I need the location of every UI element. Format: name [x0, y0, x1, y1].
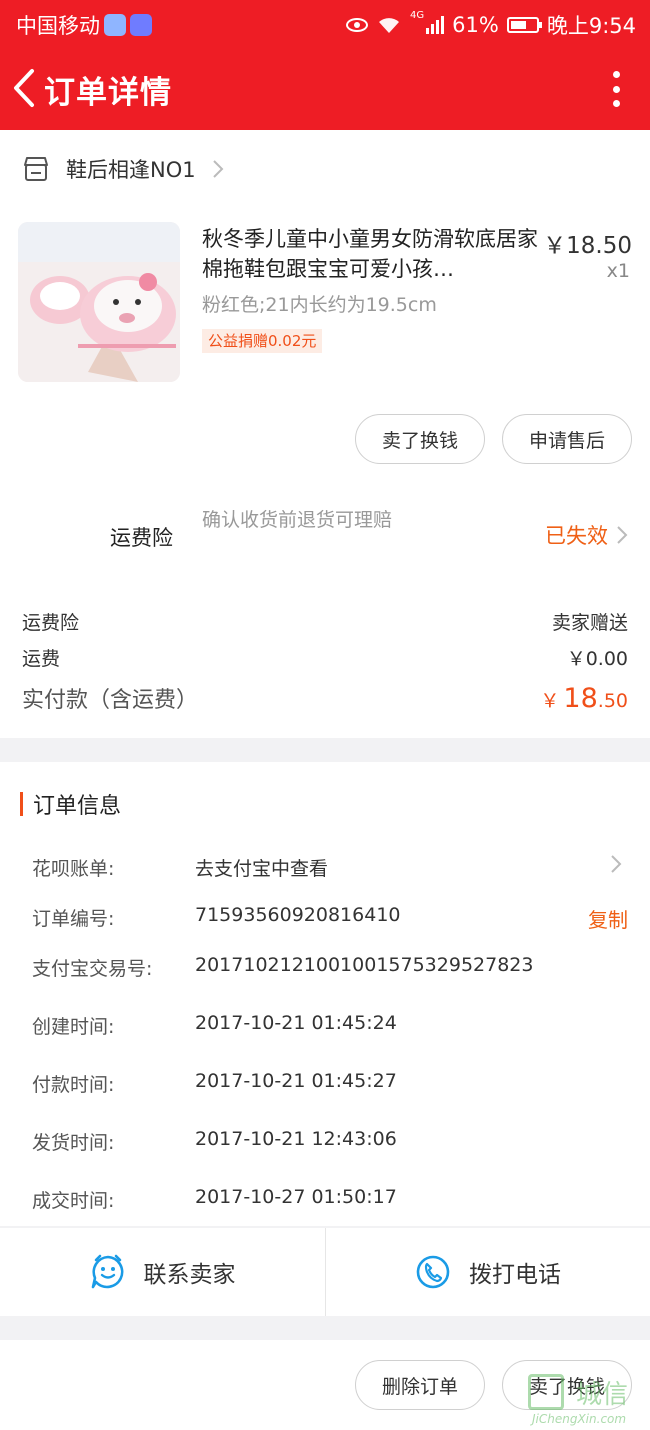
insurance-status-link[interactable]: 已失效 [545, 520, 628, 550]
section-title-text: 订单信息 [33, 794, 122, 819]
signal-icon [426, 16, 445, 34]
contact-seller-label: 联系卖家 [143, 1262, 236, 1288]
order-info-card: 订单信息 花呗账单: 去支付宝中查看 订单编号: 715935609208164… [0, 762, 650, 1226]
info-key: 支付宝交易号: [32, 958, 153, 980]
info-value: 2017-10-27 01:50:17 [195, 1186, 397, 1208]
chat-smile-icon [91, 1254, 123, 1289]
info-row-shipped: 发货时间: 2017-10-21 12:43:06 [32, 1128, 628, 1158]
phone-icon [416, 1255, 450, 1289]
fee-label: 运费险 [22, 612, 80, 634]
status-bar: 中国移动 4G 61% 晚上9:54 [0, 0, 650, 44]
header-area: 中国移动 4G 61% 晚上9:54 订单详情 [0, 0, 650, 130]
total-decimal: .50 [597, 690, 628, 712]
store-icon [24, 157, 48, 181]
product-sku: 粉红色;21内长约为19.5cm [202, 294, 437, 316]
chevron-right-icon [617, 526, 628, 544]
fee-row-total: 实付款（含运费） ￥ 18 .50 [22, 682, 628, 714]
info-key: 创建时间: [32, 1016, 115, 1038]
nav-bar: 订单详情 [0, 55, 650, 121]
info-key: 订单编号: [32, 908, 115, 930]
carrier-name: 中国移动 [16, 14, 100, 38]
network-type: 4G [410, 10, 425, 21]
insurance-description: 确认收货前退货可理赔 [202, 509, 393, 531]
battery-icon [506, 17, 542, 33]
eye-comfort-icon [346, 18, 369, 32]
fee-row-shipping: 运费 ￥0.00 [22, 644, 628, 671]
copy-button[interactable]: 复制 [588, 904, 628, 933]
clock: 晚上9:54 [546, 14, 636, 38]
product-image[interactable] [18, 222, 180, 382]
info-row-created: 创建时间: 2017-10-21 01:45:24 [32, 1012, 628, 1042]
info-value: 2017-10-21 01:45:27 [195, 1070, 397, 1092]
product-quantity: x1 [606, 260, 630, 282]
fee-value: 卖家赠送 [551, 612, 628, 634]
watermark-url: JiChengXin.com [532, 1412, 627, 1426]
total-amount: ￥ 18 .50 [540, 683, 628, 714]
product-price: ￥18.50 [543, 233, 632, 259]
slipper-illustration [18, 222, 180, 382]
fee-label: 运费 [22, 648, 61, 670]
chevron-right-icon [212, 160, 224, 178]
chevron-right-icon [611, 855, 622, 873]
more-menu-icon[interactable] [610, 71, 622, 107]
after-sale-button[interactable]: 申请售后 [502, 414, 632, 464]
insurance-status: 已失效 [545, 524, 608, 548]
info-key: 发货时间: [32, 1132, 115, 1154]
total-label: 实付款（含运费） [22, 688, 199, 713]
total-integer: 18 [563, 683, 598, 714]
total-currency: ￥ [540, 690, 560, 712]
info-row-huabei[interactable]: 花呗账单: 去支付宝中查看 [32, 854, 628, 884]
battery-percent: 61% [452, 13, 499, 37]
watermark-icon [528, 1374, 564, 1410]
product-title[interactable]: 秋冬季儿童中小童男女防滑软底居家棉拖鞋包跟宝宝可爱小孩… [202, 224, 538, 284]
fee-row-insurance: 运费险 卖家赠送 [22, 608, 628, 635]
contact-bar: 联系卖家 拨打电话 [0, 1228, 650, 1316]
page-title: 订单详情 [44, 75, 172, 111]
order-summary-card: 鞋后相逢NO1 秋冬季儿童中小童男女防滑软底居家棉拖鞋包跟宝宝可爱小孩… ￥18… [0, 130, 650, 738]
back-arrow-icon[interactable] [8, 63, 42, 113]
sell-for-cash-button[interactable]: 卖了换钱 [355, 414, 485, 464]
section-title: 订单信息 [20, 788, 121, 820]
shop-name: 鞋后相逢NO1 [66, 158, 196, 182]
app-notification-icon [104, 14, 126, 36]
fee-value: ￥0.00 [566, 648, 628, 670]
wifi-icon [379, 18, 400, 33]
info-key: 花呗账单: [32, 858, 115, 880]
charity-badge: 公益捐赠0.02元 [202, 329, 323, 353]
info-key: 成交时间: [32, 1190, 115, 1212]
call-phone-button[interactable]: 拨打电话 [325, 1228, 650, 1316]
section-accent-bar [20, 792, 23, 816]
info-row-completed: 成交时间: 2017-10-27 01:50:17 [32, 1186, 628, 1216]
watermark-logo: 城信 JiChengXin.com [526, 1372, 646, 1430]
info-row-alipay-trade: 支付宝交易号: 2017102121001001575329527823 [32, 954, 628, 984]
info-row-order-number: 订单编号: 71593560920816410 复制 [32, 904, 628, 934]
call-phone-label: 拨打电话 [469, 1262, 561, 1288]
info-value: 去支付宝中查看 [195, 858, 329, 880]
insurance-label: 运费险 [110, 526, 173, 550]
shop-link[interactable]: 鞋后相逢NO1 [22, 154, 224, 184]
app-notification-icon [130, 14, 152, 36]
watermark-text: 城信 [576, 1380, 629, 1410]
info-value: 2017-10-21 01:45:24 [195, 1012, 397, 1034]
delete-order-button[interactable]: 删除订单 [355, 1360, 485, 1410]
info-value: 2017102121001001575329527823 [195, 954, 534, 976]
status-right: 4G 61% 晚上9:54 [346, 10, 636, 40]
info-row-paid: 付款时间: 2017-10-21 01:45:27 [32, 1070, 628, 1100]
info-value: 2017-10-21 12:43:06 [195, 1128, 397, 1150]
carrier-group: 中国移动 [16, 10, 152, 40]
info-key: 付款时间: [32, 1074, 115, 1096]
info-value: 71593560920816410 [195, 904, 401, 926]
contact-seller-button[interactable]: 联系卖家 [0, 1228, 325, 1316]
